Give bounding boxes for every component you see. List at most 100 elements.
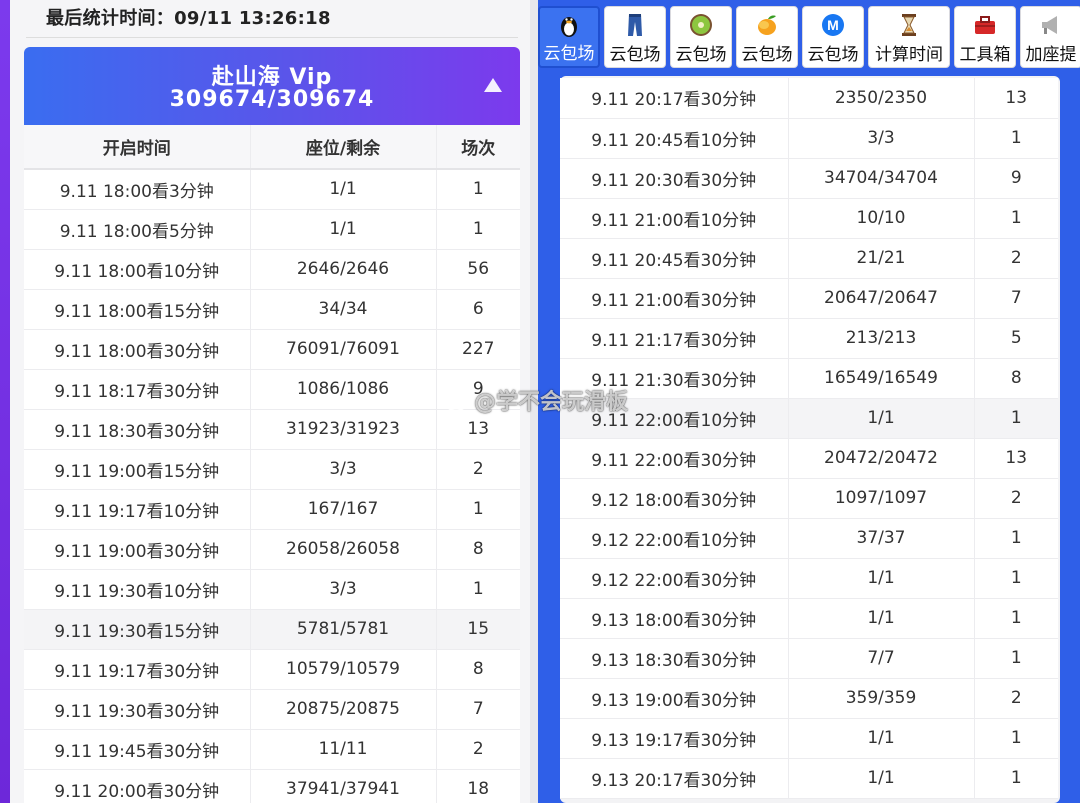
- row-seats: 34/34: [249, 289, 436, 330]
- vip-header[interactable]: 赴山海 Vip 309674/309674: [24, 47, 520, 125]
- row-seats: 2350/2350: [787, 78, 974, 119]
- row-seats: 76091/76091: [249, 329, 436, 370]
- toolbar-label: 加座提: [1025, 45, 1077, 65]
- row-seats: 11/11: [249, 729, 436, 770]
- table-row: 9.11 19:30看10分钟 3/3 1: [24, 569, 520, 610]
- toolbox-icon: [972, 12, 998, 38]
- table-row: 9.12 18:00看30分钟 1097/1097 2: [560, 478, 1058, 519]
- toolbar-button-hourglass[interactable]: 计算时间: [868, 6, 950, 68]
- row-seats: 37/37: [787, 518, 974, 559]
- row-sessions: 1: [973, 558, 1058, 599]
- toolbar-label: 工具箱: [959, 45, 1011, 65]
- toolbar-button-megaphone[interactable]: 加座提: [1020, 6, 1080, 68]
- row-sessions: 8: [435, 529, 520, 570]
- row-seats: 10/10: [787, 198, 974, 239]
- row-sessions: 7: [973, 278, 1058, 319]
- row-seats: 34704/34704: [787, 158, 974, 199]
- penguin-icon: [556, 13, 582, 39]
- row-seats: 2646/2646: [249, 249, 436, 290]
- column-header-seats: 座位/剩余: [249, 125, 436, 170]
- row-seats: 21/21: [787, 238, 974, 279]
- row-start-time: 9.11 19:17看30分钟: [24, 649, 250, 690]
- row-seats: 1/1: [787, 558, 974, 599]
- row-start-time: 9.13 19:00看30分钟: [560, 678, 788, 719]
- table-row: 9.11 20:45看10分钟 3/3 1: [560, 118, 1058, 159]
- row-sessions: 2: [435, 449, 520, 490]
- right-seat-table: 9.11 20:17看30分钟 2350/2350 13 9.11 20:45看10分…: [560, 78, 1058, 799]
- row-seats: 359/359: [787, 678, 974, 719]
- row-start-time: 9.11 18:00看3分钟: [24, 169, 250, 210]
- row-sessions: 13: [973, 438, 1058, 479]
- table-row: 9.11 18:00看3分钟 1/1 1: [24, 169, 520, 210]
- column-header-sessions: 场次: [435, 125, 520, 170]
- toolbar-button-m-logo[interactable]: M 云包场: [802, 6, 864, 68]
- toolbar-button-toolbox[interactable]: 工具箱: [954, 6, 1016, 68]
- row-sessions: 2: [973, 478, 1058, 519]
- table-row: 9.11 19:45看30分钟 11/11 2: [24, 729, 520, 770]
- row-seats: 1/1: [787, 598, 974, 639]
- row-sessions: 1: [435, 569, 520, 610]
- row-start-time: 9.11 18:30看30分钟: [24, 409, 250, 450]
- row-start-time: 9.11 20:45看10分钟: [560, 118, 788, 159]
- toolbar-button-kiwi[interactable]: 云包场: [670, 6, 732, 68]
- row-seats: 10579/10579: [249, 649, 436, 690]
- table-row: 9.12 22:00看10分钟 37/37 1: [560, 518, 1058, 559]
- table-row: 9.11 21:00看30分钟 20647/20647 7: [560, 278, 1058, 319]
- row-start-time: 9.11 18:00看30分钟: [24, 329, 250, 370]
- watermark: @学不会玩滑板: [444, 384, 628, 416]
- row-seats: 3/3: [249, 449, 436, 490]
- table-row: 9.11 21:17看30分钟 213/213 5: [560, 318, 1058, 359]
- toolbar-label: 云包场: [543, 44, 595, 64]
- row-start-time: 9.13 18:00看30分钟: [560, 598, 788, 639]
- row-seats: 1086/1086: [249, 369, 436, 410]
- toolbar-label: 计算时间: [875, 45, 943, 65]
- table-row: 9.11 22:00看30分钟 20472/20472 13: [560, 438, 1058, 479]
- collapse-triangle-icon[interactable]: [484, 78, 502, 92]
- row-start-time: 9.11 19:00看30分钟: [24, 529, 250, 570]
- table-row: 9.11 21:30看30分钟 16549/16549 8: [560, 358, 1058, 399]
- row-seats: 1/1: [249, 209, 436, 250]
- row-start-time: 9.11 21:00看30分钟: [560, 278, 788, 319]
- table-row: 9.11 19:30看15分钟 5781/5781 15: [24, 609, 520, 650]
- row-sessions: 5: [973, 318, 1058, 359]
- row-sessions: 2: [973, 678, 1058, 719]
- row-sessions: 1: [973, 638, 1058, 679]
- table-row: 9.11 18:00看30分钟 76091/76091 227: [24, 329, 520, 370]
- row-sessions: 1: [435, 489, 520, 530]
- column-header-start-time: 开启时间: [24, 125, 250, 170]
- row-seats: 5781/5781: [249, 609, 436, 650]
- row-seats: 3/3: [249, 569, 436, 610]
- weibo-icon: [445, 392, 470, 412]
- megaphone-icon: [1038, 12, 1064, 38]
- row-sessions: 1: [973, 118, 1058, 159]
- table-row: 9.11 22:00看10分钟 1/1 1: [560, 398, 1058, 439]
- row-start-time: 9.11 18:17看30分钟: [24, 369, 250, 410]
- toolbar-label: 云包场: [807, 45, 859, 65]
- toolbar-label: 云包场: [741, 45, 793, 65]
- table-row: 9.13 19:00看30分钟 359/359 2: [560, 678, 1058, 719]
- row-start-time: 9.11 20:30看30分钟: [560, 158, 788, 199]
- row-start-time: 9.11 18:00看5分钟: [24, 209, 250, 250]
- row-seats: 37941/37941: [249, 769, 436, 803]
- row-seats: 1/1: [787, 718, 974, 759]
- row-sessions: 1: [973, 398, 1058, 439]
- table-row: 9.11 19:17看10分钟 167/167 1: [24, 489, 520, 530]
- table-row: 9.11 20:17看30分钟 2350/2350 13: [560, 78, 1058, 119]
- row-sessions: 8: [973, 358, 1058, 399]
- table-row: 9.11 19:30看30分钟 20875/20875 7: [24, 689, 520, 730]
- table-row: 9.13 19:17看30分钟 1/1 1: [560, 718, 1058, 759]
- toolbar-button-mango[interactable]: 云包场: [736, 6, 798, 68]
- table-row: 9.11 18:00看10分钟 2646/2646 56: [24, 249, 520, 290]
- row-start-time: 9.11 21:17看30分钟: [560, 318, 788, 359]
- row-seats: 1/1: [249, 169, 436, 210]
- table-row: 9.13 20:17看30分钟 1/1 1: [560, 758, 1058, 799]
- table-row: 9.13 18:30看30分钟 7/7 1: [560, 638, 1058, 679]
- left-seat-table: 开启时间 座位/剩余 场次 9.11 18:00看3分钟 1/1 1 9.11 18:…: [24, 125, 520, 803]
- table-row: 9.13 18:00看30分钟 1/1 1: [560, 598, 1058, 639]
- m-logo-icon: M: [820, 12, 846, 38]
- row-start-time: 9.13 20:17看30分钟: [560, 758, 788, 799]
- toolbar-label: 云包场: [609, 45, 661, 65]
- row-start-time: 9.12 22:00看10分钟: [560, 518, 788, 559]
- toolbar-button-penguin[interactable]: 云包场: [538, 6, 600, 68]
- toolbar-button-jeans[interactable]: 云包场: [604, 6, 666, 68]
